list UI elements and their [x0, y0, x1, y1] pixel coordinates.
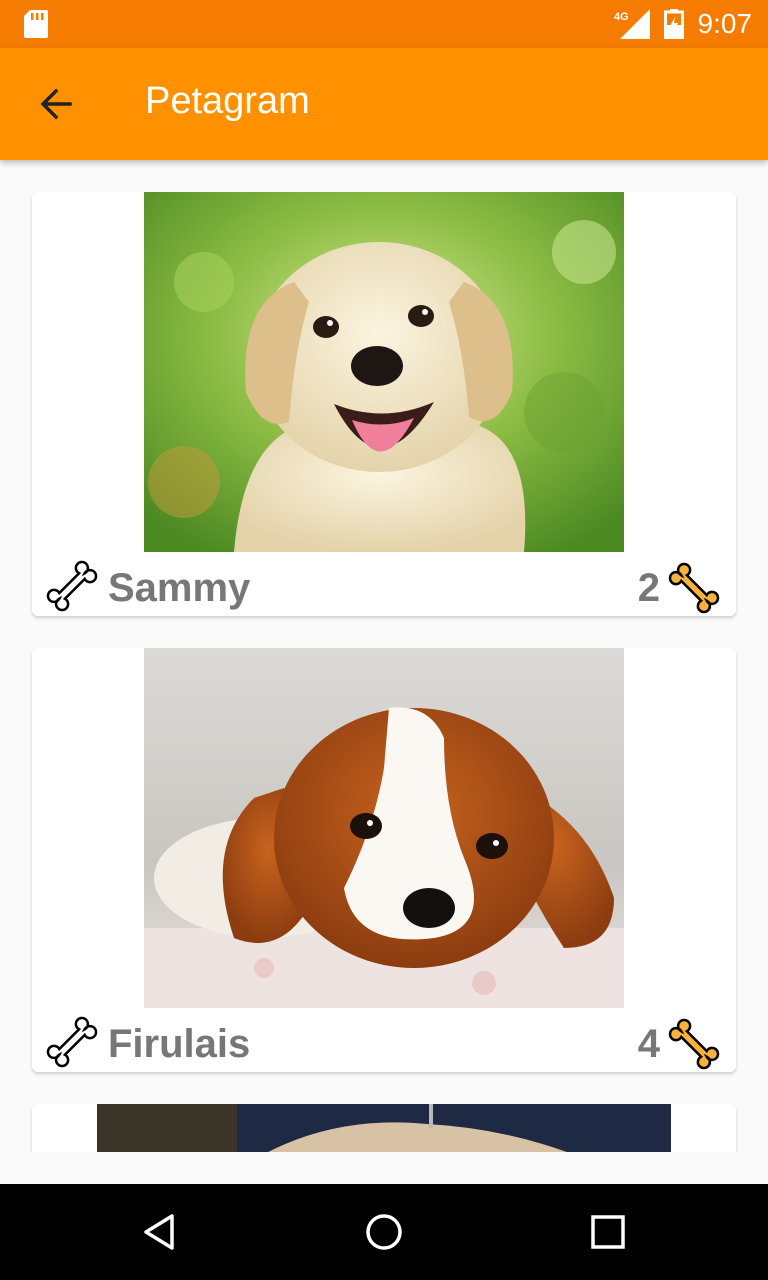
battery-icon	[663, 9, 684, 39]
pet-card[interactable]: Sammy 2	[32, 192, 736, 616]
pet-photo	[144, 192, 624, 552]
recents-square-icon[interactable]	[588, 1212, 628, 1252]
pet-name: Firulais	[108, 1022, 251, 1066]
pet-list[interactable]: Sammy 2 Firulais 4	[0, 160, 768, 1152]
like-count: 4	[637, 1022, 660, 1066]
svg-text:4G: 4G	[614, 11, 629, 23]
pet-photo	[97, 1104, 671, 1152]
pet-card[interactable]: Firulais 4	[32, 648, 736, 1072]
like-count: 2	[637, 566, 660, 610]
back-triangle-icon[interactable]	[140, 1212, 180, 1252]
home-circle-icon[interactable]	[364, 1212, 404, 1252]
clock: 9:07	[697, 8, 753, 39]
app-bar: Petagram	[0, 48, 768, 160]
arrow-back-icon[interactable]	[36, 84, 76, 124]
status-bar: 4G 9:07	[0, 0, 768, 48]
bone-filled-icon	[668, 562, 720, 614]
pet-photo	[144, 648, 624, 1008]
bone-outline-icon[interactable]	[46, 1016, 98, 1068]
pet-name: Sammy	[108, 566, 251, 610]
page-title: Petagram	[145, 80, 310, 122]
pet-card[interactable]	[32, 1104, 736, 1152]
bone-filled-icon	[668, 1018, 720, 1070]
signal-icon: 4G	[614, 9, 650, 39]
sd-card-icon	[24, 10, 48, 38]
bone-outline-icon[interactable]	[46, 560, 98, 612]
system-nav-bar	[0, 1184, 768, 1280]
